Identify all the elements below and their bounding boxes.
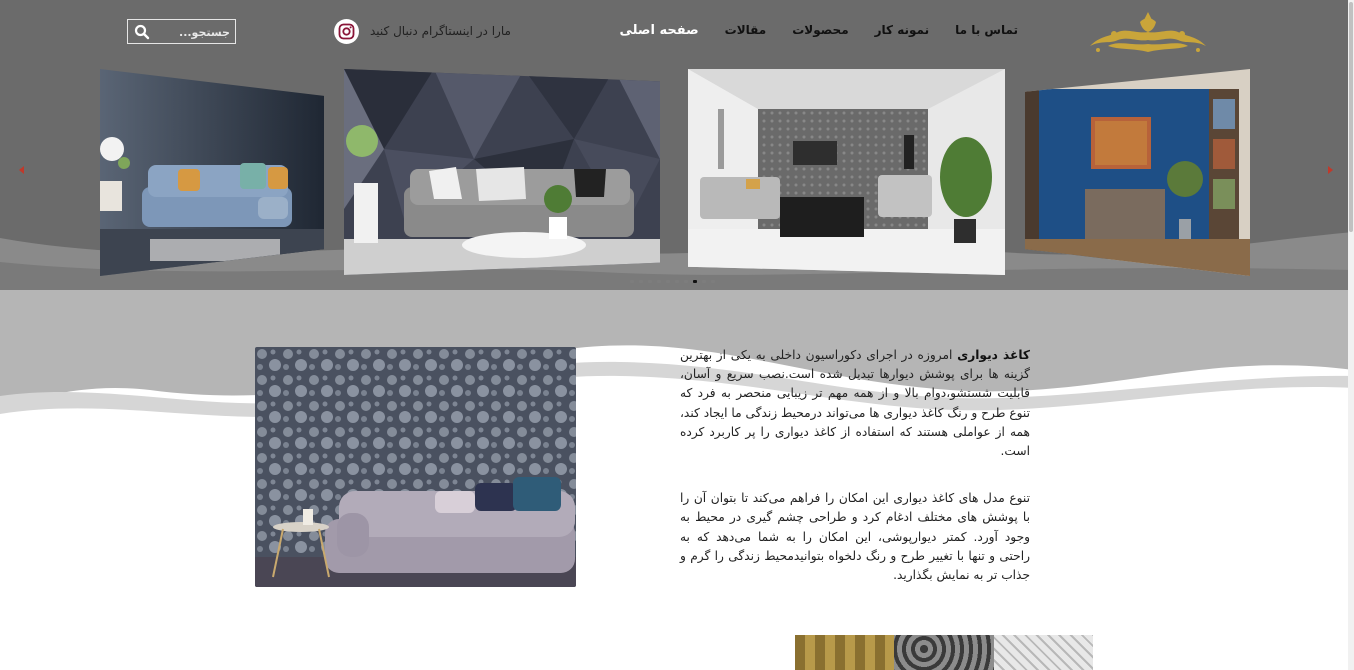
slider-prev-chevron-left-icon[interactable] [16, 163, 28, 177]
slider-dot[interactable] [648, 280, 652, 283]
slide-blue-wall-room[interactable] [1025, 69, 1250, 276]
slider-dot-active[interactable] [693, 280, 697, 283]
slide-modern-living-room[interactable] [688, 69, 1005, 275]
slider-dot[interactable] [675, 280, 679, 283]
menu-item-products[interactable]: محصولات [792, 23, 848, 38]
top-navbar: صفحه اصلی مقالات محصولات نمونه کار تماس … [0, 0, 1354, 62]
slide-geometric-3d-wallpaper[interactable] [344, 69, 660, 275]
menu-item-home[interactable]: صفحه اصلی [619, 23, 698, 38]
article-keyword: کاغذ دیواری [957, 348, 1031, 362]
wallpaper-samples-strip [795, 635, 1093, 670]
menu-item-articles[interactable]: مقالات [725, 23, 767, 38]
search-icon[interactable] [134, 24, 150, 40]
slider-dot[interactable] [630, 280, 634, 283]
slider-dot[interactable] [666, 280, 670, 283]
article-paragraph-1: کاغذ دیواری امروزه در اجرای دکوراسیون دا… [680, 346, 1030, 461]
wallpaper-sofa-image [255, 347, 576, 587]
intro-article: کاغذ دیواری امروزه در اجرای دکوراسیون دا… [680, 346, 1030, 613]
logo-ornament-icon[interactable] [1088, 10, 1208, 54]
sample-geometric-white[interactable] [993, 635, 1093, 670]
menu-item-portfolio[interactable]: نمونه کار [875, 23, 929, 38]
slider-dot[interactable] [702, 280, 706, 283]
article-paragraph-2: تنوع مدل های کاغذ دیواری این امکان را فر… [680, 491, 1030, 583]
slider-dot[interactable] [639, 280, 643, 283]
slider-next-chevron-right-icon[interactable] [1324, 163, 1336, 177]
main-menu: صفحه اصلی مقالات محصولات نمونه کار تماس … [619, 23, 1018, 38]
sample-dark-pattern[interactable] [894, 635, 994, 670]
search-box [127, 19, 236, 44]
instagram-icon[interactable] [334, 19, 359, 44]
wave-band-decoration [0, 290, 1354, 450]
slider-dot[interactable] [657, 280, 661, 283]
menu-item-contact[interactable]: تماس با ما [955, 23, 1018, 38]
scrollbar-thumb[interactable] [1349, 2, 1353, 232]
slider-dot[interactable] [684, 280, 688, 283]
search-input[interactable] [160, 23, 230, 41]
article-paragraph-1-text: امروزه در اجرای دکوراسیون داخلی به یکی ا… [680, 348, 1030, 459]
slider-pagination [630, 280, 715, 283]
sample-gold-stripes[interactable] [795, 635, 895, 670]
slide-grey-wall-sofa[interactable] [100, 69, 324, 276]
instagram-follow-text: مارا در اینستاگرام دنبال کنید [370, 24, 511, 38]
slider-dot[interactable] [711, 280, 715, 283]
page-scrollbar[interactable] [1348, 0, 1354, 670]
